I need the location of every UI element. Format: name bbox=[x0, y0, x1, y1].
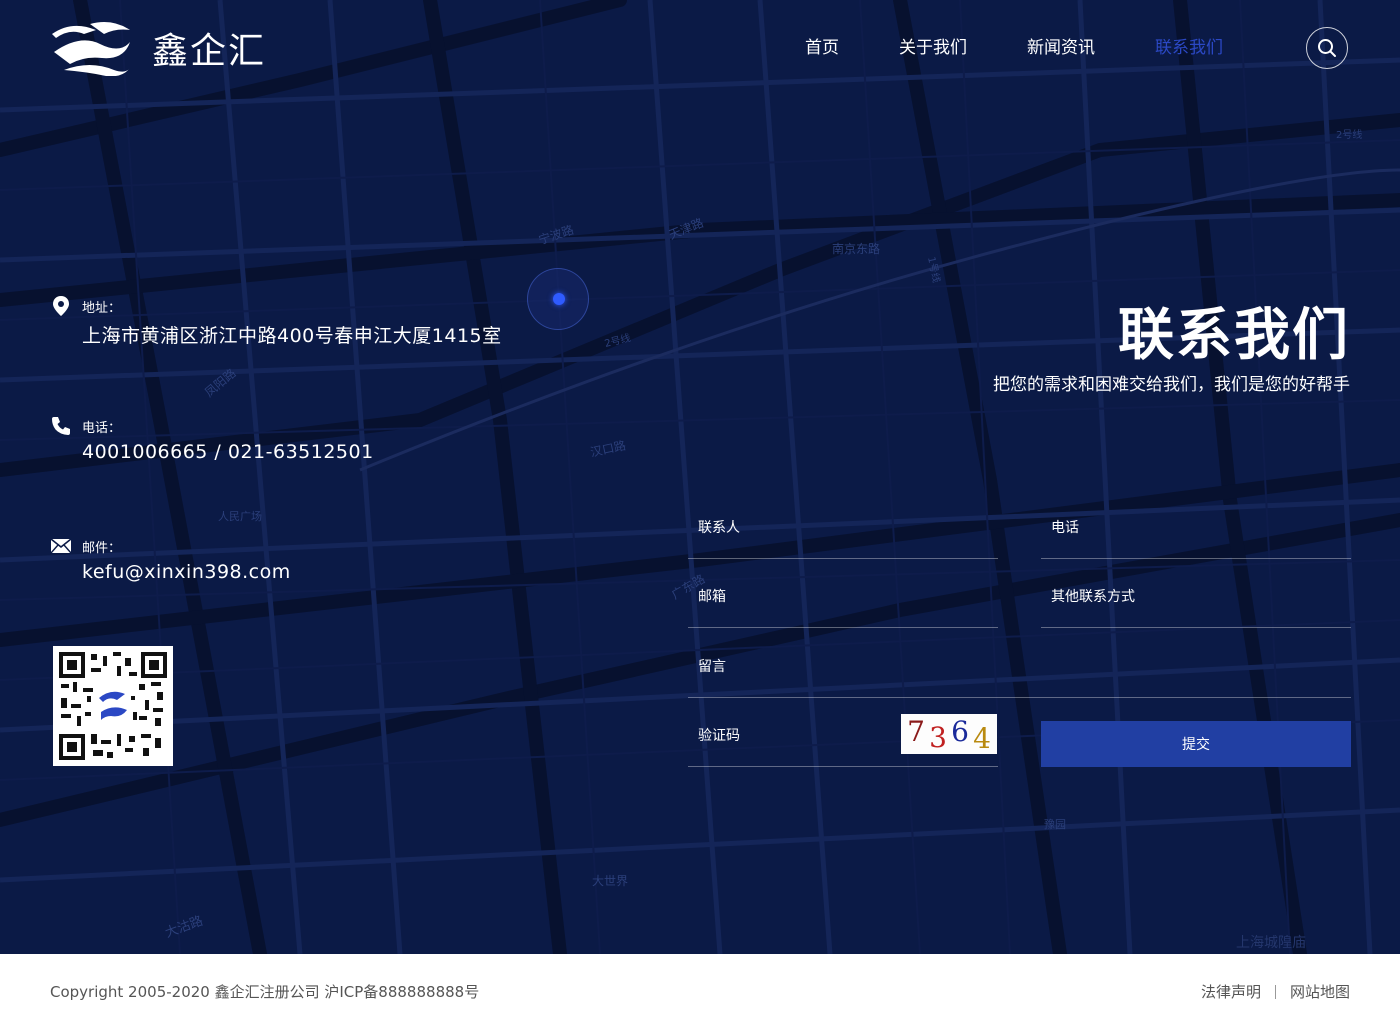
brand-name: 鑫企汇 bbox=[152, 31, 267, 72]
message-input[interactable] bbox=[688, 655, 1351, 679]
phone-field bbox=[1041, 489, 1351, 559]
email-field bbox=[688, 558, 998, 628]
page-subtitle: 把您的需求和困难交给我们，我们是您的好帮手 bbox=[993, 375, 1350, 395]
address-label: 地址： bbox=[82, 301, 122, 316]
mail-icon bbox=[50, 538, 72, 554]
contact-person-field bbox=[688, 489, 998, 559]
contact-person-input[interactable] bbox=[688, 516, 998, 540]
phone-input[interactable] bbox=[1041, 516, 1351, 540]
map-street-label: 人民广场 bbox=[218, 510, 262, 523]
captcha-input[interactable] bbox=[688, 724, 888, 748]
email-label: 邮件： bbox=[82, 541, 122, 556]
map-street-label: 2号线 bbox=[1336, 130, 1363, 141]
footer-links: 法律声明 网站地图 bbox=[1201, 981, 1350, 1002]
other-contact-input[interactable] bbox=[1041, 585, 1351, 609]
captcha-digit: 7 bbox=[907, 714, 925, 748]
captcha-digit: 4 bbox=[973, 721, 991, 755]
captcha-digit: 6 bbox=[951, 714, 969, 748]
phone-label: 电话： bbox=[82, 421, 122, 436]
phone-value: 4001006665 / 021-63512501 bbox=[82, 441, 374, 463]
footer-link-sitemap[interactable]: 网站地图 bbox=[1290, 981, 1350, 1002]
map-street-label: 豫园 bbox=[1044, 818, 1066, 831]
address-value: 上海市黄浦区浙江中路400号春申江大厦1415室 bbox=[82, 325, 502, 347]
copyright-text: Copyright 2005-2020 鑫企汇注册公司 沪ICP备8888888… bbox=[50, 983, 480, 1001]
submit-button[interactable]: 提交 bbox=[1041, 721, 1351, 767]
nav-item-news[interactable]: 新闻资讯 bbox=[1027, 36, 1095, 60]
nav-item-home[interactable]: 首页 bbox=[805, 36, 839, 60]
captcha-field: 7 3 6 4 bbox=[688, 697, 998, 767]
map-street-label: 大世界 bbox=[592, 874, 629, 888]
main-nav: 首页 关于我们 新闻资讯 联系我们 bbox=[790, 36, 1223, 60]
message-field bbox=[688, 628, 1351, 698]
phone-icon bbox=[52, 417, 70, 435]
logo[interactable]: 鑫企汇 bbox=[50, 20, 266, 76]
map-street-label: 南京东路 bbox=[832, 242, 881, 256]
captcha-digit: 3 bbox=[929, 720, 947, 754]
location-pin-icon bbox=[53, 296, 69, 316]
qr-code-icon bbox=[59, 652, 167, 760]
email-value: kefu@xinxin398.com bbox=[82, 561, 291, 583]
search-icon bbox=[1318, 39, 1336, 57]
page-title: 联系我们 bbox=[1118, 303, 1350, 368]
logo-mark-icon bbox=[52, 22, 130, 76]
footer-divider bbox=[1274, 984, 1276, 999]
map-marker-dot bbox=[553, 293, 565, 305]
nav-item-contact[interactable]: 联系我们 bbox=[1155, 36, 1223, 60]
search-button[interactable] bbox=[1306, 27, 1348, 69]
nav-item-about[interactable]: 关于我们 bbox=[899, 36, 967, 60]
footer-link-legal[interactable]: 法律声明 bbox=[1201, 981, 1261, 1002]
hero-section: 宁波路 天津路 南京东路 2号线 凤阳路 汉口路 人民广场 广东路 大世界 豫园… bbox=[0, 0, 1400, 954]
map-background bbox=[0, 0, 1400, 954]
email-input[interactable] bbox=[688, 585, 998, 609]
qr-code bbox=[53, 646, 173, 766]
other-contact-field bbox=[1041, 558, 1351, 628]
captcha-image[interactable]: 7 3 6 4 bbox=[901, 714, 997, 755]
footer: Copyright 2005-2020 鑫企汇注册公司 沪ICP备8888888… bbox=[0, 954, 1400, 1027]
map-street-label: 上海城隍庙 bbox=[1236, 935, 1306, 951]
